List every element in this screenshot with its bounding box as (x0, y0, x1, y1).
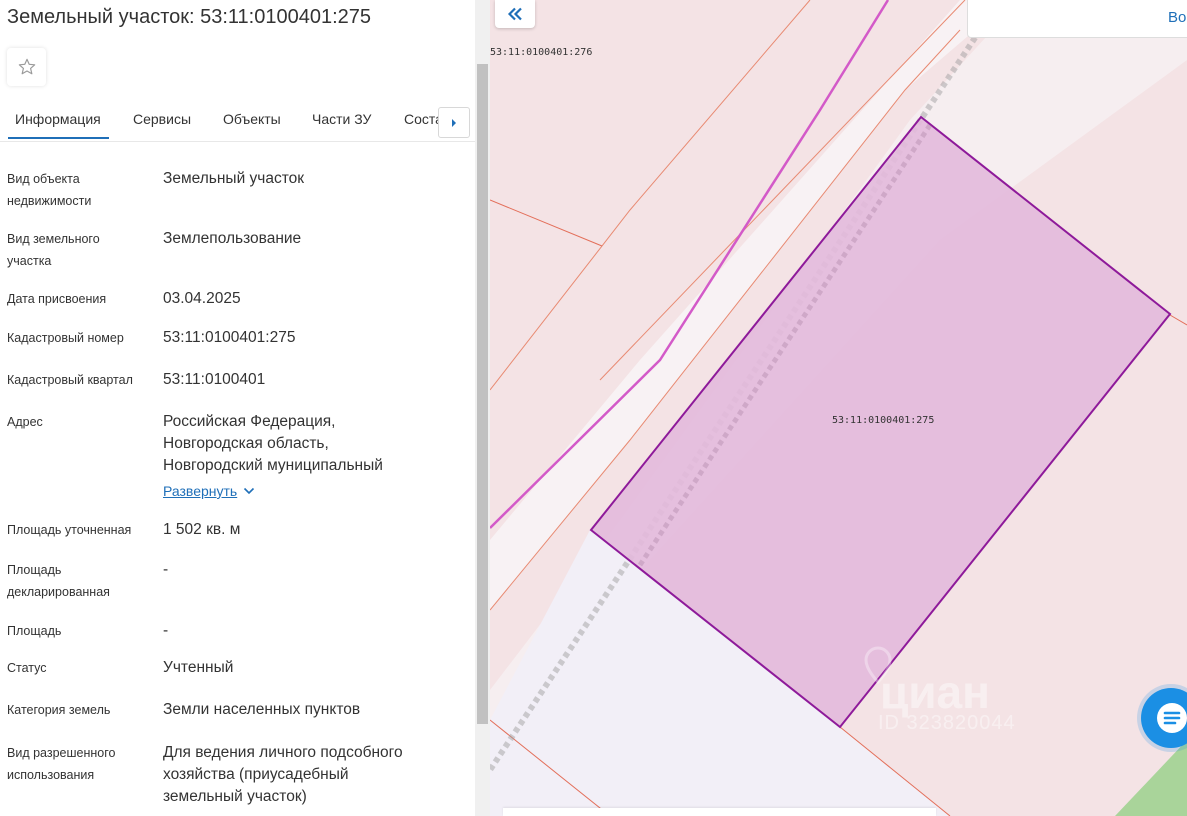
field-value: Для ведения личного подсобного хозяйства… (163, 742, 453, 808)
map-view[interactable]: 53:11:0100401:276 53:11:0100401:275 циан… (490, 0, 1187, 816)
field-label: Кадастровый номер (7, 331, 124, 345)
field-label: Статус (7, 661, 47, 675)
address-line: Новгородский муниципальный (163, 457, 383, 474)
field-label: Категория земель (7, 703, 111, 717)
collapse-panel-button[interactable] (495, 0, 535, 28)
permitted-use-line: хозяйства (приусадебный (163, 766, 349, 783)
watermark-text: циан (880, 666, 990, 718)
field-value: Землепользование (163, 230, 302, 247)
field-label: Площадь (7, 624, 62, 638)
caret-right-icon (452, 118, 456, 127)
map-canvas (490, 0, 1187, 816)
chat-icon (1157, 703, 1187, 733)
field-value: Земли населенных пунктов (163, 701, 361, 718)
info-panel: Земельный участок: 53:11:0100401:275 Инф… (0, 0, 475, 816)
favorite-button[interactable] (7, 48, 46, 86)
field-label: Адрес (7, 415, 43, 429)
permitted-use-line: Для ведения личного подсобного (163, 744, 403, 761)
map-bottom-bar (503, 808, 936, 816)
expand-label: Развернуть (163, 483, 238, 499)
tab-bar: Информация Сервисы Объекты Части ЗУ Сост… (0, 100, 475, 142)
field-value: Российская Федерация, Новгородская облас… (163, 411, 453, 477)
address-line: Российская Федерация, (163, 413, 336, 430)
panel-scrollbar-thumb[interactable] (477, 64, 488, 724)
boundary-line (1169, 314, 1187, 326)
star-icon (18, 58, 35, 75)
neighbor-parcel-label: 53:11:0100401:276 (490, 47, 593, 58)
tab-services[interactable]: Сервисы (133, 111, 191, 127)
page-title: Земельный участок: 53:11:0100401:275 (7, 6, 372, 28)
search-text: Во (1168, 9, 1187, 26)
field-label: Площадь декларированная (7, 563, 110, 599)
field-value: 1 502 кв. м (163, 521, 241, 538)
app-root: Земельный участок: 53:11:0100401:275 Инф… (0, 0, 1187, 816)
address-line: Новгородская область, (163, 435, 329, 452)
tab-objects[interactable]: Объекты (223, 111, 281, 127)
address-expand-link[interactable]: Развернуть (163, 483, 255, 499)
tabs-scroll-right-button[interactable] (438, 107, 470, 138)
tab-land-parts[interactable]: Части ЗУ (312, 111, 371, 127)
field-value: Земельный участок (163, 170, 305, 187)
map-search-button[interactable]: Во (967, 0, 1187, 38)
field-value: - (163, 561, 169, 578)
field-value: 53:11:0100401 (163, 371, 266, 388)
field-label: Вид разрешенного использования (7, 746, 116, 782)
field-label: Вид земельного участка (7, 232, 100, 268)
field-value: Учтенный (163, 659, 234, 676)
green-area (1115, 740, 1187, 816)
parcel-label: 53:11:0100401:275 (832, 415, 935, 426)
field-label: Дата присвоения (7, 292, 107, 306)
field-value: 03.04.2025 (163, 290, 241, 307)
tab-information[interactable]: Информация (8, 111, 109, 139)
permitted-use-line: земельный участок) (163, 788, 307, 805)
field-value: - (163, 622, 169, 639)
field-label: Площадь уточненная (7, 523, 132, 537)
double-chevron-left-icon (507, 7, 522, 21)
boundary-line (490, 199, 603, 247)
field-label: Кадастровый квартал (7, 373, 133, 387)
chevron-down-icon (244, 487, 255, 495)
field-label: Вид объекта недвижимости (7, 172, 92, 208)
watermark-id: ID 323820044 (878, 712, 1016, 734)
field-value: 53:11:0100401:275 (163, 329, 296, 346)
